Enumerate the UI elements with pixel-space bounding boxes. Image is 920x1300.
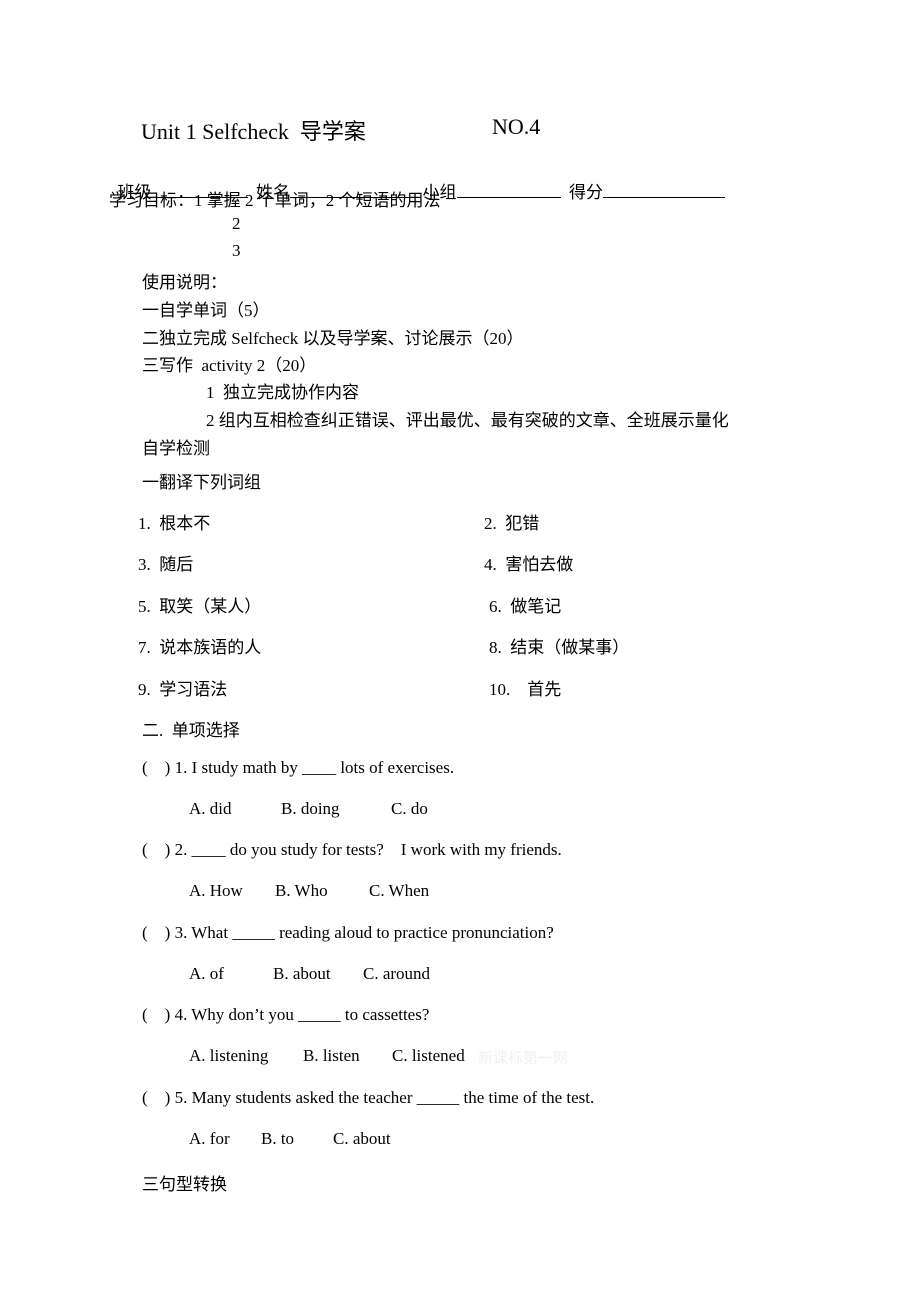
question-stem: ( ) 2. ____ do you study for tests? I wo… <box>142 840 562 859</box>
section1-heading: 一翻译下列词组 <box>142 473 261 492</box>
score-field: 得分 <box>569 178 725 203</box>
translation-item: 1. 根本不 <box>138 514 211 533</box>
question-option: B. listen <box>303 1046 360 1065</box>
translation-item: 8. 结束（做某事） <box>489 638 630 657</box>
translation-item: 2. 犯错 <box>484 514 540 533</box>
score-label: 得分 <box>569 183 603 202</box>
instruction-step: 二独立完成 Selfcheck 以及导学案、讨论展示（20） <box>142 329 524 348</box>
question-option: A. for <box>189 1129 230 1148</box>
instructions-heading: 使用说明： <box>142 273 227 292</box>
question-option: C. When <box>369 881 430 900</box>
translation-item: 7. 说本族语的人 <box>138 638 262 657</box>
question-option: B. about <box>273 964 331 983</box>
instruction-substep: 2 组内互相检查纠正错误、评出最优、最有突破的文章、全班展示量化 <box>206 411 729 430</box>
question-option: A. listening <box>189 1046 269 1065</box>
question-stem: ( ) 1. I study math by ____ lots of exer… <box>142 758 455 777</box>
question-option: B. to <box>261 1129 295 1148</box>
objectives-line: 学习目标：1 掌握 2 个单词，2 个短语的用法 <box>109 186 441 211</box>
group-blank[interactable] <box>456 183 561 198</box>
objective-item: 1 掌握 2 个单词，2 个短语的用法 <box>194 191 441 210</box>
objectives-label: 学习目标： <box>109 191 194 210</box>
question-option: A. did <box>189 799 232 818</box>
translation-item: 10. 首先 <box>489 680 562 699</box>
watermark: 新课标第一网 <box>478 1049 569 1067</box>
question-option: C. do <box>391 799 428 818</box>
translation-item: 5. 取笑（某人） <box>138 597 262 616</box>
question-option: B. doing <box>281 799 340 818</box>
question-option: C. around <box>363 964 431 983</box>
objective-item: 3 <box>232 241 241 260</box>
instruction-substep: 1 独立完成协作内容 <box>206 383 359 402</box>
document-title: Unit 1 Selfcheck 导学案 <box>141 119 366 144</box>
section3-heading: 三句型转换 <box>142 1175 227 1194</box>
question-option: B. Who <box>275 881 328 900</box>
score-blank[interactable] <box>603 183 725 198</box>
group-field: 小组 <box>423 178 561 203</box>
question-option: A. How <box>189 881 243 900</box>
instruction-step: 三写作 activity 2（20） <box>142 356 317 375</box>
section2-heading: 二. 单项选择 <box>142 721 240 740</box>
question-stem: ( ) 5. Many students asked the teacher _… <box>142 1088 595 1107</box>
question-option: A. of <box>189 964 224 983</box>
question-option: C. listened <box>392 1046 465 1065</box>
translation-item: 6. 做笔记 <box>489 597 562 616</box>
objective-item: 2 <box>232 214 241 233</box>
translation-item: 4. 害怕去做 <box>484 555 574 574</box>
question-stem: ( ) 4. Why don’t you _____ to cassettes? <box>142 1005 430 1024</box>
question-stem: ( ) 3. What _____ reading aloud to pract… <box>142 923 554 942</box>
translation-item: 3. 随后 <box>138 555 194 574</box>
translation-item: 9. 学习语法 <box>138 680 228 699</box>
self-test-heading: 自学检测 <box>142 439 210 458</box>
question-option: C. about <box>333 1129 391 1148</box>
instruction-step: 一自学单词（5） <box>142 301 270 320</box>
document-number: NO.4 <box>492 114 541 139</box>
